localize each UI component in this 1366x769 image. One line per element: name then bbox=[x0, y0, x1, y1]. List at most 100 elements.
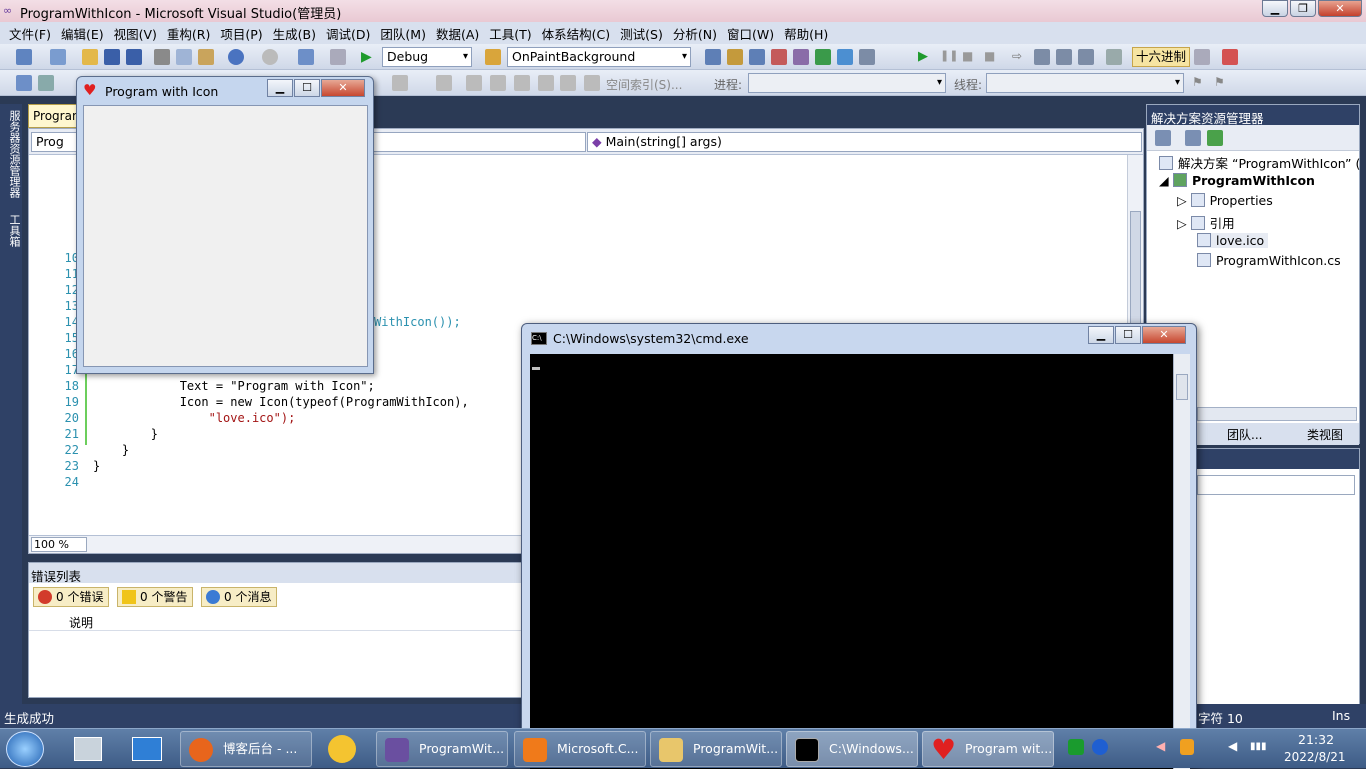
menu-view[interactable]: 视图(V) bbox=[109, 24, 162, 43]
paste-icon[interactable] bbox=[198, 49, 214, 65]
ab-icon[interactable] bbox=[538, 75, 554, 91]
menu-team[interactable]: 团队(M) bbox=[375, 24, 431, 43]
indent-icon[interactable] bbox=[436, 75, 452, 91]
grid-icon[interactable] bbox=[514, 75, 530, 91]
menu-window[interactable]: 窗口(W) bbox=[722, 24, 779, 43]
spatial-index-button[interactable]: 空间索引(S)... bbox=[606, 76, 682, 93]
add-item-icon[interactable] bbox=[50, 49, 66, 65]
pause-icon[interactable]: ❚❚ bbox=[940, 49, 958, 65]
save-all-icon[interactable] bbox=[126, 49, 142, 65]
view-icon[interactable] bbox=[584, 75, 600, 91]
volume-muted-icon[interactable]: ◀ bbox=[1156, 739, 1168, 755]
exception-icon[interactable] bbox=[1222, 49, 1238, 65]
explorer-quicklaunch-icon[interactable] bbox=[74, 737, 102, 761]
edit-icon[interactable] bbox=[38, 75, 54, 91]
extension-manager-icon[interactable] bbox=[837, 49, 853, 65]
menu-tools[interactable]: 工具(T) bbox=[484, 24, 536, 43]
restart-icon[interactable]: ■ bbox=[984, 49, 1000, 65]
cmd-vscroll[interactable] bbox=[1173, 354, 1190, 769]
warnings-filter-button[interactable]: 0 个警告 bbox=[117, 587, 194, 607]
properties-icon[interactable] bbox=[727, 49, 743, 65]
copy-icon[interactable] bbox=[176, 49, 192, 65]
tools-icon[interactable] bbox=[793, 49, 809, 65]
cmd-minimize-button[interactable]: ▁ bbox=[1088, 326, 1114, 344]
task-visual-studio[interactable]: ProgramWit... bbox=[376, 731, 508, 767]
server-explorer-tab[interactable]: 服务器资源管理器 bbox=[8, 110, 21, 198]
debug-options-icon[interactable] bbox=[1194, 49, 1210, 65]
form-maximize-button[interactable]: ☐ bbox=[294, 79, 320, 97]
toolbox-tab[interactable]: 工具箱 bbox=[8, 214, 21, 247]
solution-hscroll[interactable] bbox=[1197, 407, 1357, 421]
love-ico-node[interactable]: love.ico bbox=[1197, 233, 1269, 248]
program-with-icon-window[interactable]: ♥ Program with Icon ▁ ☐ ✕ bbox=[76, 76, 374, 374]
speaker-icon[interactable]: ◀ bbox=[1228, 739, 1242, 755]
menu-debug[interactable]: 调试(D) bbox=[321, 24, 375, 43]
cmd-scroll-thumb[interactable] bbox=[1176, 374, 1188, 400]
menu-help[interactable]: 帮助(H) bbox=[779, 24, 833, 43]
open-folder-icon[interactable] bbox=[82, 49, 98, 65]
properties-object-combo[interactable] bbox=[1197, 475, 1355, 495]
show-desktop-icon[interactable] bbox=[132, 737, 162, 761]
menu-build[interactable]: 生成(B) bbox=[268, 24, 321, 43]
stop-icon[interactable]: ■ bbox=[962, 49, 978, 65]
start-debugging-icon[interactable]: ▶ bbox=[361, 49, 377, 65]
solution-node[interactable]: 解决方案 “ProgramWithIcon” ( bbox=[1159, 153, 1360, 172]
navigate-backward-icon[interactable] bbox=[298, 49, 314, 65]
start-button[interactable] bbox=[6, 731, 44, 767]
solution-configuration-combo[interactable]: Debug bbox=[382, 47, 472, 67]
form-close-button[interactable]: ✕ bbox=[321, 79, 365, 97]
continue-icon[interactable]: ▶ bbox=[918, 49, 934, 65]
process-combo[interactable] bbox=[748, 73, 946, 93]
menu-data[interactable]: 数据(A) bbox=[431, 24, 484, 43]
find-combo[interactable]: OnPaintBackground bbox=[507, 47, 691, 67]
references-node[interactable]: ▷ 引用 bbox=[1177, 213, 1235, 232]
start-page-icon[interactable] bbox=[815, 49, 831, 65]
tray-app-icon[interactable] bbox=[1068, 739, 1084, 755]
team-explorer-tab[interactable]: 团队... bbox=[1227, 426, 1262, 443]
table-icon[interactable] bbox=[490, 75, 506, 91]
cmd-close-button[interactable]: ✕ bbox=[1142, 326, 1186, 344]
menu-test[interactable]: 测试(S) bbox=[615, 24, 668, 43]
navigate-forward-icon[interactable] bbox=[330, 49, 346, 65]
errors-filter-button[interactable]: 0 个错误 bbox=[33, 587, 110, 607]
thread-combo[interactable] bbox=[986, 73, 1184, 93]
menu-architecture[interactable]: 体系结构(C) bbox=[537, 24, 615, 43]
cs-file-node[interactable]: ProgramWithIcon.cs bbox=[1197, 253, 1341, 268]
redo-icon[interactable] bbox=[262, 49, 278, 65]
app-quicklaunch-icon[interactable] bbox=[328, 735, 356, 763]
command-window-icon[interactable] bbox=[859, 49, 875, 65]
breakpoints-icon[interactable] bbox=[1106, 49, 1122, 65]
zoom-combo[interactable]: 100 % bbox=[31, 537, 87, 552]
security-tray-icon[interactable] bbox=[1180, 739, 1194, 755]
new-project-icon[interactable] bbox=[16, 49, 32, 65]
class-view-tab[interactable]: 类视图 bbox=[1307, 426, 1343, 443]
object-browser-icon[interactable] bbox=[749, 49, 765, 65]
project-node[interactable]: ◢ ProgramWithIcon bbox=[1159, 173, 1315, 188]
hexadecimal-toggle[interactable]: 十六进制 bbox=[1132, 47, 1191, 67]
menu-project[interactable]: 项目(P) bbox=[215, 24, 267, 43]
step-out-icon[interactable] bbox=[1078, 49, 1094, 65]
task-program-with-icon[interactable]: ♥ Program wit... bbox=[922, 731, 1054, 767]
xml-icon[interactable] bbox=[560, 75, 576, 91]
filter-icon[interactable] bbox=[466, 75, 482, 91]
minimize-button[interactable]: ▁ bbox=[1262, 0, 1288, 17]
task-pdf[interactable]: Microsoft.C... bbox=[514, 731, 646, 767]
messages-filter-button[interactable]: 0 个消息 bbox=[201, 587, 278, 607]
member-navigation-combo[interactable]: ◆ Main(string[] args) bbox=[587, 132, 1142, 152]
show-next-statement-icon[interactable]: ⇨ bbox=[1012, 49, 1028, 65]
menu-refactor[interactable]: 重构(R) bbox=[162, 24, 215, 43]
solution-explorer-icon[interactable] bbox=[705, 49, 721, 65]
cmd-window[interactable]: C:\ C:\Windows\system32\cmd.exe ▁ ☐ ✕ bbox=[521, 323, 1197, 769]
breakpoint-window-icon[interactable] bbox=[392, 75, 408, 91]
cut-icon[interactable] bbox=[154, 49, 170, 65]
form-minimize-button[interactable]: ▁ bbox=[267, 79, 293, 97]
network-icon[interactable]: ▮▮▮ bbox=[1250, 741, 1267, 755]
properties-icon[interactable] bbox=[1155, 130, 1171, 146]
flag-all-icon[interactable]: ⚑ bbox=[1214, 75, 1230, 91]
description-column[interactable]: 说明 bbox=[69, 614, 93, 631]
step-over-icon[interactable] bbox=[1056, 49, 1072, 65]
step-into-icon[interactable] bbox=[1034, 49, 1050, 65]
close-button[interactable]: ✕ bbox=[1318, 0, 1362, 17]
console-output[interactable] bbox=[530, 354, 1173, 769]
task-folder[interactable]: ProgramWit... bbox=[650, 731, 782, 767]
